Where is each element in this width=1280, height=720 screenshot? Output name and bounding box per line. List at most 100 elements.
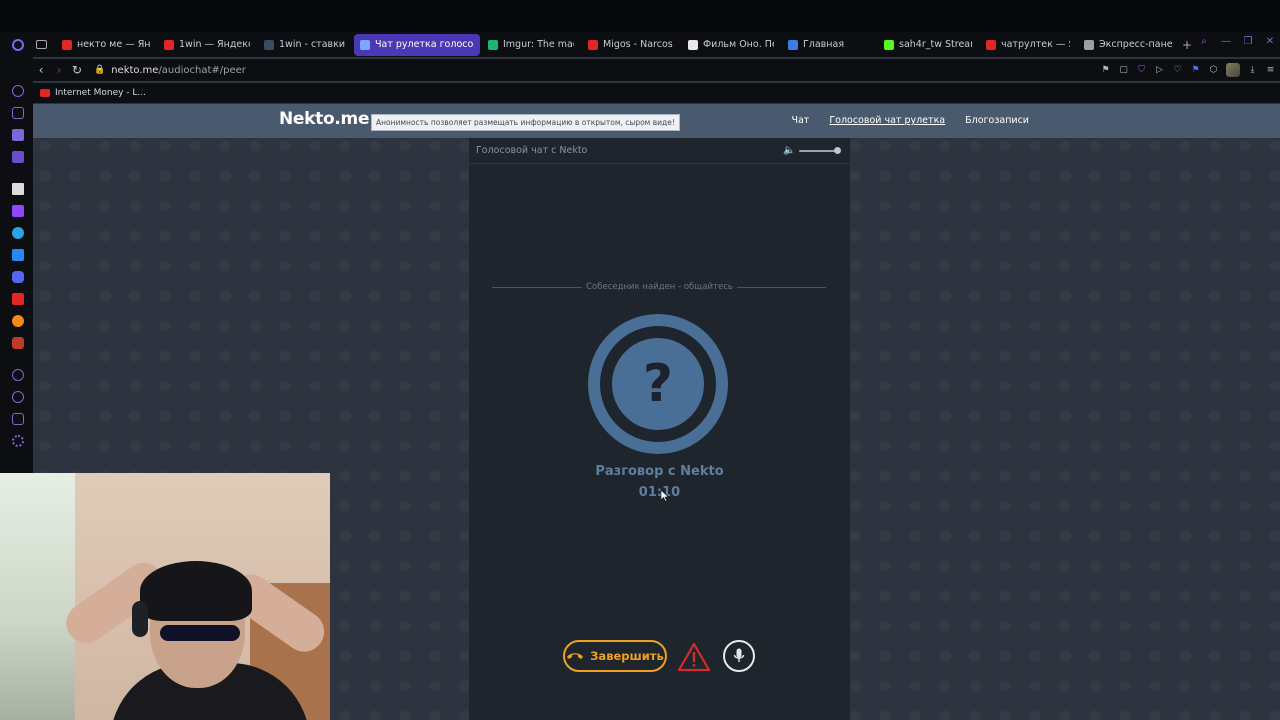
play-icon[interactable]: ▷ — [1154, 65, 1165, 76]
end-call-button[interactable]: Завершить — [563, 640, 667, 672]
aria-icon[interactable] — [12, 183, 24, 195]
tab-bar: некто ме — Яндекс 1win — Яндекс: н 1win - … — [0, 32, 1280, 57]
window-controls: ⌕ — ❐ ✕ — [1198, 36, 1276, 48]
twitch-icon[interactable] — [12, 205, 24, 217]
yandex-icon[interactable] — [12, 293, 24, 305]
site-nav-link[interactable]: Чат — [791, 115, 809, 126]
lock-icon[interactable]: 🔒 — [94, 65, 105, 75]
vk-icon[interactable] — [12, 249, 24, 261]
close-icon[interactable]: ✕ — [1264, 36, 1276, 48]
site-logo[interactable]: Nekto.me — [279, 109, 369, 129]
tab-favicon-icon — [788, 39, 798, 50]
tab-favicon-icon — [360, 39, 370, 50]
tab-favicon-icon — [62, 39, 72, 50]
tab-label: Фильм Оно. Пер — [703, 39, 774, 50]
tab-label: Главная — [803, 39, 845, 50]
webcam-headphone — [132, 601, 148, 637]
webcam-sunglasses — [160, 625, 240, 641]
tabbar-left-controls — [0, 38, 56, 51]
minimize-icon[interactable]: — — [1220, 36, 1232, 48]
browser-tab[interactable]: чатрултек — Ян — [980, 34, 1076, 56]
telegram-icon[interactable] — [12, 227, 24, 239]
shield-icon[interactable]: ⛉ — [1136, 65, 1147, 76]
browser-tab[interactable]: 1win — Яндекс: н — [158, 34, 256, 56]
tab-favicon-icon — [1084, 39, 1094, 50]
maximize-icon[interactable]: ❐ — [1242, 36, 1254, 48]
new-tab-button[interactable]: + — [1182, 38, 1192, 52]
tab-favicon-icon — [688, 39, 698, 50]
tab-menu-icon[interactable] — [36, 40, 47, 49]
tab-favicon-icon — [884, 39, 894, 50]
site-nav-link[interactable]: Голосовой чат рулетка — [829, 115, 945, 126]
tab-label: некто ме — Яндекс — [77, 39, 150, 50]
heart-icon[interactable]: ♡ — [1172, 65, 1183, 76]
tab-label: Экспресс-панель — [1099, 39, 1172, 50]
browser-tab[interactable]: некто ме — Яндекс — [56, 34, 156, 56]
browser-tab[interactable]: Фильм Оно. Пер — [682, 34, 780, 56]
voice-chat-panel: Голосовой чат с Nekto 🔈 Собеседник найде… — [469, 138, 850, 720]
browser-tab[interactable]: Imgur: The magic — [482, 34, 580, 56]
volume-slider-thumb[interactable] — [833, 147, 841, 154]
profile-avatar[interactable] — [1226, 63, 1240, 77]
snapshot-icon[interactable]: ▢ — [1118, 65, 1129, 76]
flow-icon[interactable]: ⚑ — [1190, 65, 1201, 76]
call-timer: 01:10 — [638, 485, 681, 500]
history-icon[interactable] — [12, 85, 24, 97]
tabs-strip: некто ме — Яндекс 1win — Яндекс: н 1win - … — [56, 33, 1178, 56]
browser-tab[interactable]: sah4r_tw Stream — [878, 34, 978, 56]
peer-avatar: ? — [588, 314, 728, 454]
microphone-button[interactable] — [723, 640, 755, 672]
search-tabs-icon[interactable]: ⌕ — [1198, 36, 1210, 48]
tab-label: 1win — Яндекс: н — [179, 39, 250, 50]
extensions-icon[interactable]: ⬡ — [1208, 65, 1219, 76]
discord-icon[interactable] — [12, 271, 24, 283]
site-nav-link[interactable]: Блогозаписи — [965, 115, 1029, 126]
report-warning-icon[interactable] — [677, 642, 711, 672]
tab-label: чатрултек — Ян — [1001, 39, 1070, 50]
bookmark-item[interactable]: Internet Money - L... — [55, 88, 146, 98]
reload-button[interactable]: ↻ — [68, 63, 86, 77]
url-field[interactable]: nekto.me/audiochat#/peer — [111, 65, 246, 76]
odnoklassniki-icon[interactable] — [12, 315, 24, 327]
window-titlebar — [0, 0, 1280, 32]
player-icon[interactable] — [12, 369, 24, 381]
messenger-icon[interactable] — [12, 151, 24, 163]
site-slogan: Анонимность позволяет размещать информац… — [371, 114, 680, 131]
download-icon[interactable]: ⤓ — [1247, 65, 1258, 76]
site-header: Nekto.me Анонимность позволяет размещать… — [33, 104, 1280, 138]
bot-icon[interactable] — [12, 107, 24, 119]
menu-icon[interactable]: ≡ — [1265, 65, 1276, 76]
site-nav: Чат Голосовой чат рулетка Блогозаписи — [791, 115, 1029, 126]
settings-icon[interactable] — [12, 435, 24, 447]
youtube-icon — [40, 89, 50, 97]
clock-icon[interactable] — [12, 391, 24, 403]
browser-tab[interactable]: Migos - Narcos — [582, 34, 680, 56]
screen: некто ме — Яндекс 1win — Яндекс: н 1win - … — [0, 0, 1280, 720]
microphone-icon — [733, 648, 745, 662]
volume-icon[interactable]: 🔈 — [783, 145, 795, 156]
tab-label: Migos - Narcos — [603, 39, 673, 50]
app-icon[interactable] — [12, 337, 24, 349]
webcam-window-light — [0, 473, 75, 720]
browser-tab[interactable]: Главная — [782, 34, 876, 56]
pinboard-icon[interactable] — [12, 129, 24, 141]
bookmark-icon[interactable]: ⚑ — [1100, 65, 1111, 76]
webcam-person-hair — [140, 561, 252, 621]
webcam-overlay — [0, 473, 330, 720]
opera-logo-icon[interactable] — [12, 38, 24, 51]
tab-favicon-icon — [164, 39, 174, 50]
browser-tab[interactable]: Чат рулетка голосовая — [354, 33, 480, 56]
address-bar: ‹ › ↻ 🔒 nekto.me/audiochat#/peer ⚑ ▢ ⛉ ▷… — [32, 59, 1280, 81]
browser-tab[interactable]: Экспресс-панель — [1078, 34, 1178, 56]
forward-button[interactable]: › — [50, 63, 68, 77]
address-bar-actions: ⚑ ▢ ⛉ ▷ ♡ ⚑ ⬡ ⤓ ≡ — [1100, 63, 1276, 77]
browser-tab[interactable]: 1win - ставки на с — [258, 34, 352, 56]
status-message: Собеседник найден - общайтесь — [469, 282, 850, 292]
pin-icon[interactable] — [12, 413, 24, 425]
back-button[interactable]: ‹ — [32, 63, 50, 77]
tab-label: sah4r_tw Stream — [899, 39, 972, 50]
tab-label: Чат рулетка голосовая — [375, 39, 474, 50]
tab-label: 1win - ставки на с — [279, 39, 346, 50]
tab-favicon-icon — [264, 39, 274, 50]
question-mark-icon: ? — [642, 354, 674, 414]
